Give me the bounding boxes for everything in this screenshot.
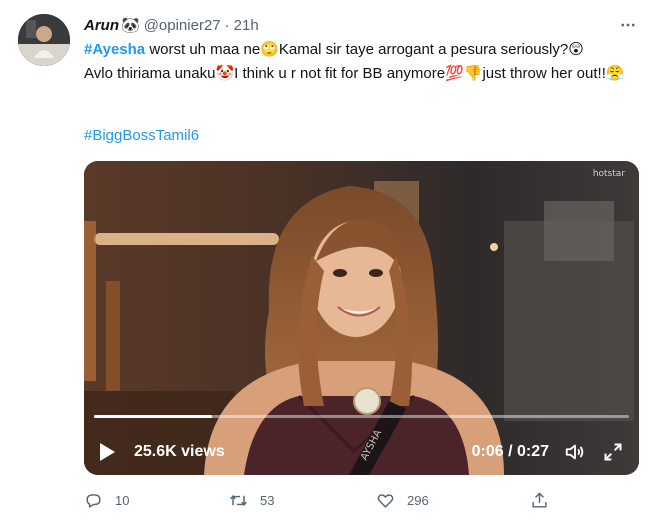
text-segment: just throw her out!! [482,65,606,82]
eye-roll-emoji: 🙄 [260,41,279,58]
tweet-time[interactable]: 21h [234,17,259,34]
hashtag-link-ayesha[interactable]: #Ayesha [84,41,145,58]
video-controls: 25.6K views 0:06 / 0:27 [84,429,639,475]
text-segment: I think u r not fit for BB anymore [234,65,446,82]
panda-emoji: 🐼 [121,17,140,34]
retweet-icon [230,494,247,506]
video-progress-fill [94,415,212,418]
author-name[interactable]: Arun [84,17,119,34]
hundred-emoji: 💯 [445,65,464,82]
text-segment: Kamal sir taye arrogant a pesura serious… [278,41,569,58]
tweet-text: #Ayesha worst uh maa ne🙄Kamal sir taye a… [84,38,644,86]
like-button[interactable]: 296 [376,491,429,510]
hashtag-link-biggbosstamil6[interactable]: #BiggBossTamil6 [84,127,199,144]
retweet-button[interactable]: 53 [229,491,274,510]
reply-icon [86,493,101,508]
author-handle[interactable]: @opinier27 [144,17,221,34]
retweet-count: 53 [260,492,275,508]
clown-emoji: 🤡 [215,65,235,82]
fullscreen-button[interactable] [601,440,625,464]
volume-icon [565,444,584,460]
video-timecode: 0:06 / 0:27 [471,443,549,460]
share-icon [532,491,547,508]
more-options-button[interactable] [617,14,639,36]
reply-count: 10 [115,492,130,508]
like-count: 296 [407,492,429,508]
play-icon [100,443,115,461]
play-button[interactable] [98,441,120,463]
video-player[interactable]: AYSHA hotstar 25.6K views 0:06 / 0:27 [84,161,639,475]
text-segment: worst uh maa ne [145,41,261,58]
thumbs-down-emoji: 👎 [463,65,483,82]
fullscreen-icon [604,443,622,461]
volume-button[interactable] [563,440,587,464]
heart-icon [377,493,394,508]
astonished-emoji: 😲 [568,41,584,58]
video-frame: AYSHA [84,161,639,475]
video-progress-bar[interactable] [94,415,629,418]
ellipsis-icon [621,23,635,27]
text-segment: Avlo thiriama unaku [84,65,216,82]
avatar[interactable] [18,14,70,66]
steam-face-emoji: 😤 [605,65,625,82]
tweet-header: Arun 🐼 @opinier27 · 21h [84,14,259,36]
reply-button[interactable]: 10 [84,491,129,510]
share-button[interactable] [530,491,549,510]
separator-dot: · [224,16,230,34]
tweet-actions: 10 53 296 [84,486,564,514]
tweet-card[interactable]: Arun 🐼 @opinier27 · 21h #Ayesha worst uh… [0,0,657,529]
view-count: 25.6K views [134,443,225,460]
hotstar-watermark: hotstar [592,169,625,179]
